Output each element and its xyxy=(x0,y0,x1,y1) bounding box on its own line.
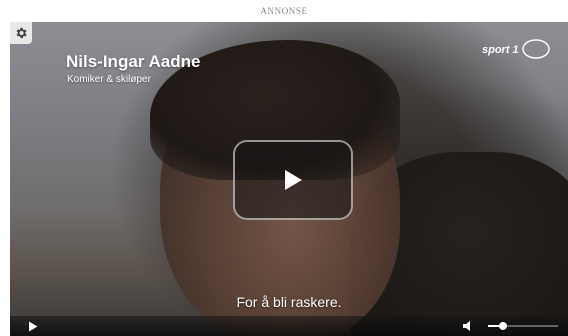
play-icon xyxy=(285,170,302,190)
video-player[interactable]: Nils-Ingar Aadne Komiker & skiløper spor… xyxy=(10,22,568,336)
ad-label: ANNONSE xyxy=(260,6,308,16)
control-bar xyxy=(10,316,568,336)
settings-button[interactable] xyxy=(10,22,32,44)
video-subtitle: Komiker & skiløper xyxy=(67,74,151,85)
play-icon xyxy=(29,321,38,331)
control-play-button[interactable] xyxy=(26,320,40,332)
volume-slider[interactable] xyxy=(488,322,558,330)
speaker-icon xyxy=(463,321,470,331)
video-caption: For å bli raskere. xyxy=(236,294,342,310)
volume-slider-handle[interactable] xyxy=(499,322,508,330)
sport1-logo: sport 1 xyxy=(482,39,550,59)
volume-button[interactable] xyxy=(461,319,475,333)
sport1-logo-text: sport 1 xyxy=(482,44,519,56)
gear-icon xyxy=(16,27,27,39)
video-title: Nils-Ingar Aadne xyxy=(66,52,201,71)
center-play-button[interactable] xyxy=(233,140,353,220)
